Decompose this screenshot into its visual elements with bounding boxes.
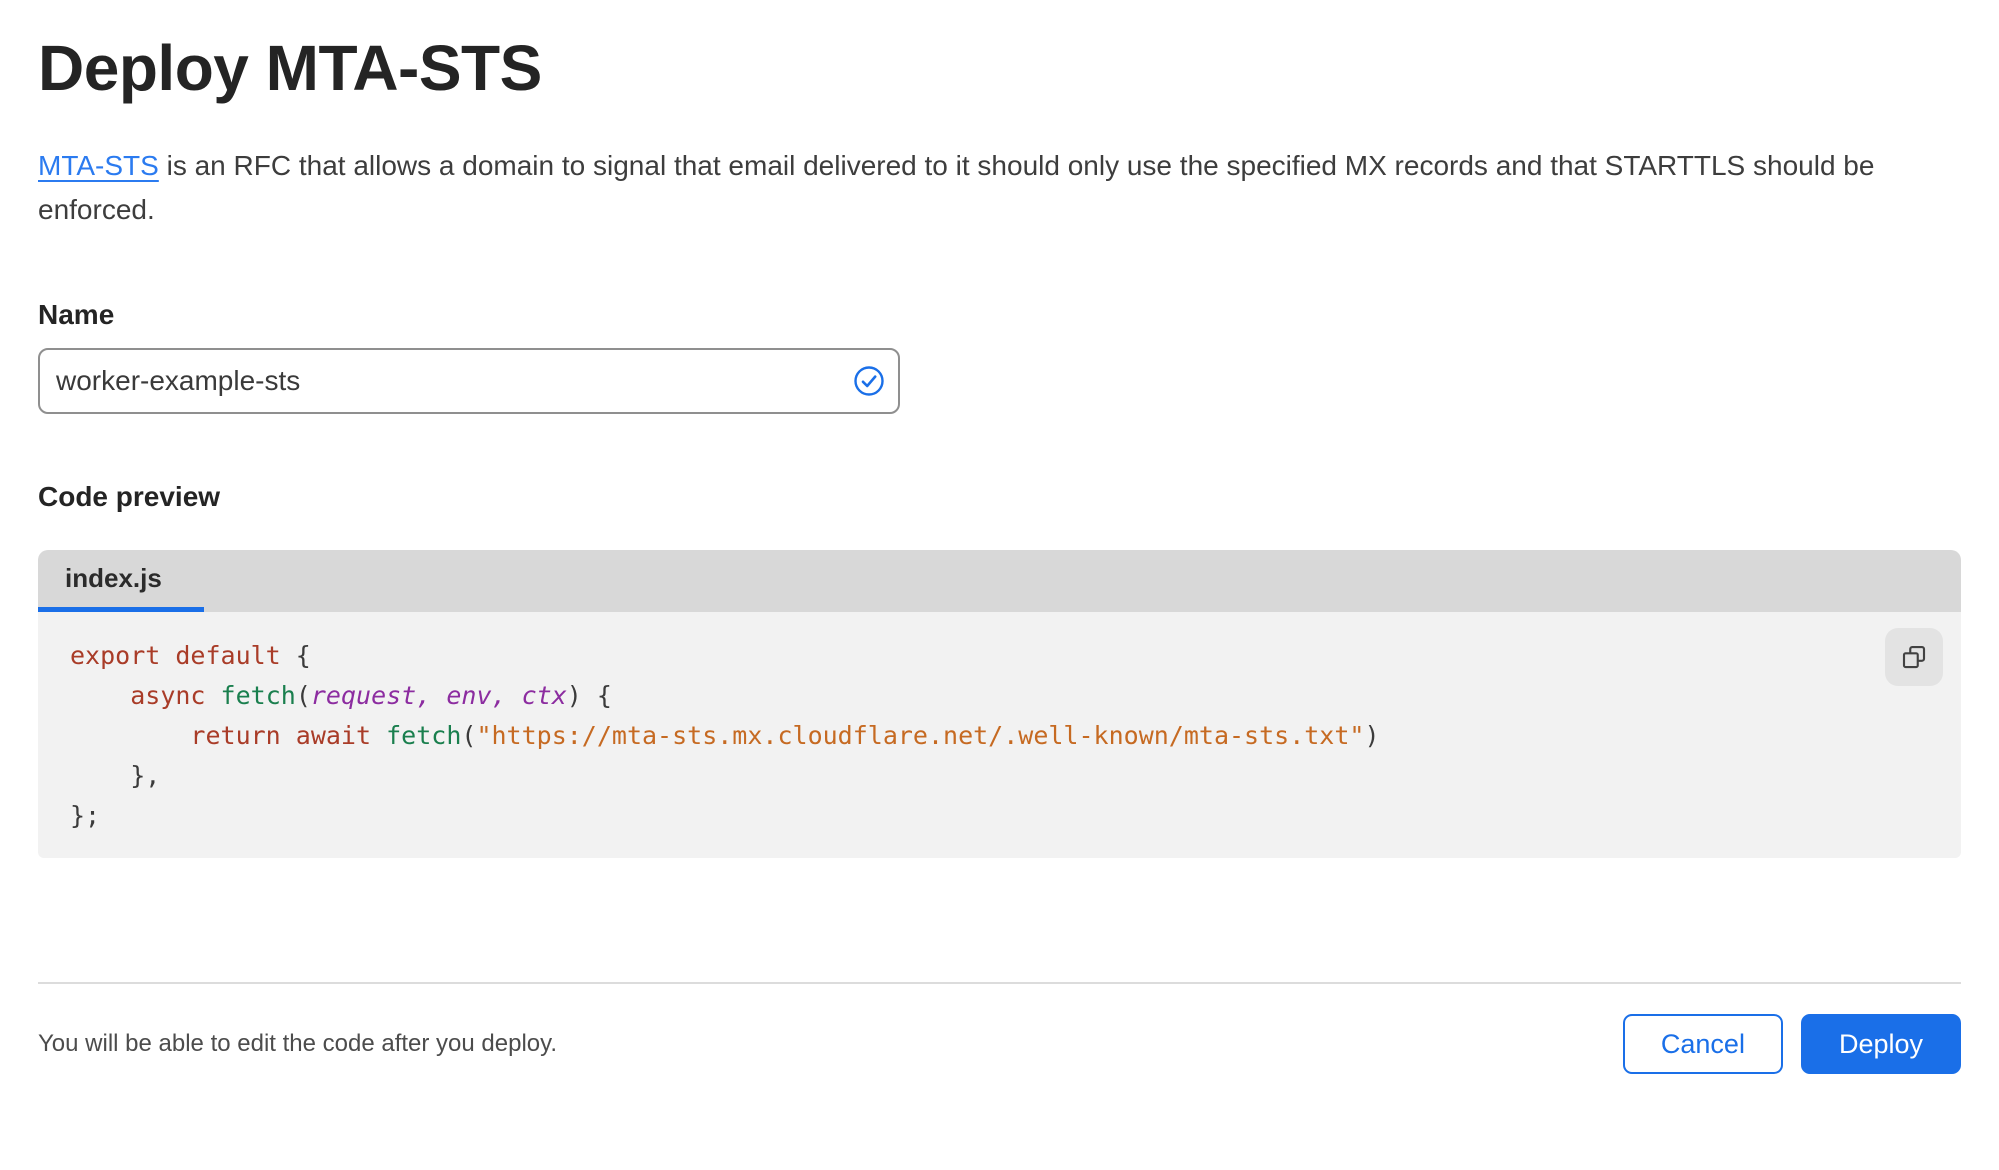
footer: You will be able to edit the code after … [38,984,1961,1074]
copy-code-button[interactable] [1885,628,1943,686]
description-rest: is an RFC that allows a domain to signal… [38,150,1875,225]
name-input[interactable] [38,348,900,414]
code-line: async fetch(request, env, ctx) { [130,681,612,710]
name-input-wrap [38,348,900,414]
code-line: return await fetch("https://mta-sts.mx.c… [190,721,1380,750]
check-circle-icon [854,366,884,396]
tab-index-js[interactable]: index.js [38,550,204,612]
footer-note: You will be able to edit the code after … [38,1030,558,1057]
footer-actions: Cancel Deploy [1622,1014,1961,1074]
code-lines: export default { async fetch(request, en… [70,636,1961,836]
name-field-label: Name [38,299,115,330]
description-text: MTA-STS is an RFC that allows a domain t… [38,144,1948,232]
code-line: export default { [70,641,311,670]
deploy-button[interactable]: Deploy [1800,1014,1961,1074]
copy-icon [1902,645,1926,669]
code-line: }, [70,761,161,790]
code-line: }; [70,801,101,830]
code-preview-card: index.js export default { async fetch(re… [38,550,1961,858]
code-preview-label: Code preview [38,481,221,512]
mta-sts-link[interactable]: MTA-STS [38,150,159,181]
code-block: export default { async fetch(request, en… [38,612,1961,858]
cancel-button[interactable]: Cancel [1622,1014,1783,1074]
deploy-mta-sts-page: Deploy MTA-STS MTA-STS is an RFC that al… [0,32,1999,1074]
code-tabbar: index.js [38,550,1961,612]
page-title: Deploy MTA-STS [38,32,542,104]
